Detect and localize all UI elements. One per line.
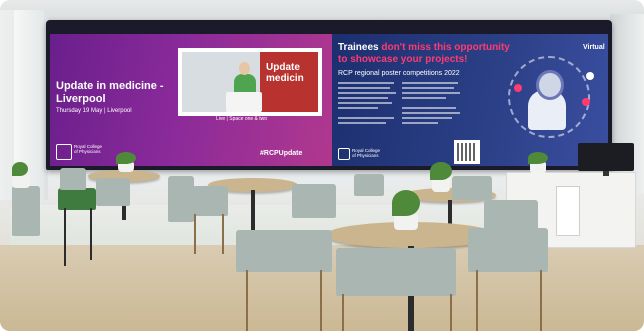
chair-grey: [188, 186, 228, 216]
event-title-line2: Liverpool: [56, 93, 106, 105]
plant-leaves: [116, 152, 136, 164]
chair-grey-foreground: [336, 248, 456, 296]
video-overlay-text: Update medicin: [266, 62, 304, 84]
chair-grey-foreground: [236, 230, 332, 272]
presenter-head: [239, 62, 250, 75]
livestream-video: Update medicin: [178, 48, 322, 116]
event-title-line1: Update in medicine -: [56, 80, 164, 92]
chair-leg: [222, 214, 224, 254]
chair-leg: [540, 270, 542, 331]
chair-leg: [246, 270, 248, 331]
event-date: Thursday 19 May | Liverpool: [56, 108, 132, 114]
plant-pot: [394, 214, 418, 230]
overlay-line1: Update: [266, 62, 300, 73]
photo-scene: Update in medicine - Liverpool Thursday …: [0, 0, 644, 331]
lectern: [226, 92, 262, 112]
monitor-stand: [603, 171, 609, 176]
live-caption: Live | Space one & two: [216, 116, 268, 122]
table-leg: [251, 190, 255, 234]
poster-subtitle: RCP regional poster competitions 2022: [338, 70, 460, 77]
chat-dot-icon: [582, 98, 590, 106]
poster-headline-line2: to showcase your projects!: [338, 54, 467, 65]
poster-headline-line1: Trainees don't miss this opportunity: [338, 42, 510, 53]
plant-leaves: [392, 190, 420, 216]
virtual-badge: Virtual: [583, 44, 605, 51]
qr-code-icon: [454, 140, 480, 164]
body-text-column-1: [338, 82, 398, 127]
headline-trainees: Trainees: [338, 42, 382, 53]
plant-pot: [12, 176, 30, 188]
headline-highlight: don't miss this opportunity: [381, 42, 510, 53]
chair-grey: [60, 168, 86, 190]
plant-pot: [432, 178, 450, 192]
chair-leg: [194, 214, 196, 254]
logo2-text-line2: of Physicians: [352, 153, 379, 158]
chair-grey: [96, 178, 130, 206]
led-video-wall: Update in medicine - Liverpool Thursday …: [46, 20, 612, 170]
chair-leg: [320, 270, 322, 331]
chair-green: [58, 188, 96, 210]
chair-leg: [342, 294, 344, 331]
vr-headset-icon: [536, 70, 564, 100]
chair-grey: [354, 174, 384, 196]
logo-text-line2: of Physicians: [74, 149, 101, 154]
plant-leaves: [430, 162, 452, 180]
monitor: [578, 143, 634, 171]
video-frame: Update medicin: [182, 52, 318, 112]
rcp-logo-icon-2: [338, 148, 350, 160]
rcp-logo-icon: [56, 144, 72, 160]
chair-grey-foreground: [468, 228, 548, 272]
chair-leg: [476, 270, 478, 331]
plant-leaves: [12, 162, 28, 176]
headline-line2: to showcase your projects!: [338, 54, 468, 65]
ceiling: [0, 0, 644, 22]
notification-dot-icon: [514, 84, 522, 92]
rcp-logo-text: Royal College of Physicians: [74, 144, 102, 154]
rcp-logo-text-2: Royal College of Physicians: [352, 148, 380, 158]
chair-leg: [450, 294, 452, 331]
chair-leg: [90, 208, 92, 260]
chair-grey: [12, 186, 40, 236]
star-dot-icon: [586, 72, 594, 80]
chair-leg: [64, 208, 66, 266]
hashtag: #RCPUpdate: [260, 150, 303, 157]
chair-grey: [292, 184, 336, 218]
body-text-column-2: [402, 82, 462, 127]
chair-grey: [452, 176, 492, 200]
counter-signage: [556, 186, 580, 236]
overlay-line2: medicin: [266, 73, 304, 84]
plant-leaves: [528, 152, 548, 164]
